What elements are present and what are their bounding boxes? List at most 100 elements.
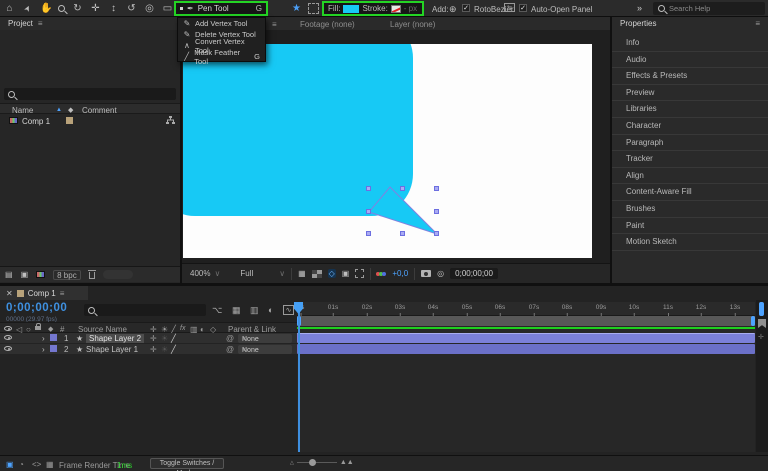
new-composition-icon[interactable] xyxy=(36,271,45,278)
mask-visibility-icon[interactable] xyxy=(328,269,336,278)
region-of-interest-icon[interactable] xyxy=(342,269,350,278)
panel-item-tracker[interactable]: Tracker xyxy=(612,151,768,168)
overflow-chevrons-icon[interactable]: » xyxy=(637,3,642,13)
composition-canvas[interactable] xyxy=(183,44,592,258)
selection-handle[interactable] xyxy=(366,186,371,191)
menu-item-add-vertex[interactable]: Add Vertex Tool xyxy=(178,18,265,29)
dolly-tool-icon[interactable] xyxy=(108,3,119,14)
eye-icon[interactable] xyxy=(4,335,12,340)
angle-brackets-icon[interactable]: <> xyxy=(32,460,41,469)
zoom-slider-knob[interactable] xyxy=(309,459,316,466)
stroke-width-value[interactable]: - px xyxy=(404,4,417,13)
label-column-icon[interactable] xyxy=(68,106,73,114)
quality-icon[interactable] xyxy=(171,345,176,354)
name-column[interactable]: Name xyxy=(12,106,33,115)
delete-icon[interactable] xyxy=(89,272,95,279)
exposure-value[interactable]: +0,0 xyxy=(392,269,408,278)
selection-handle[interactable] xyxy=(434,186,439,191)
layer-bar-shape-layer-2[interactable] xyxy=(297,333,755,343)
viewer-timecode[interactable]: 0;00;00;00 xyxy=(450,268,498,279)
panel-item-content-aware-fill[interactable]: Content-Aware Fill xyxy=(612,184,768,201)
frame-blending-icon[interactable] xyxy=(250,305,259,316)
collapse-icon[interactable] xyxy=(161,334,168,343)
layer-row-shape-layer-2[interactable]: 1 Shape Layer 2 None ∨ xyxy=(0,333,297,343)
video-column-icon[interactable] xyxy=(4,326,12,331)
work-area-bar[interactable] xyxy=(297,316,755,326)
panel-item-audio[interactable]: Audio xyxy=(612,52,768,69)
fill-color-swatch[interactable] xyxy=(343,5,359,13)
bubble-tail-shape[interactable] xyxy=(183,44,592,258)
capture-icon[interactable] xyxy=(46,460,54,469)
layer-name[interactable]: Shape Layer 2 xyxy=(86,334,144,343)
panel-menu-icon[interactable]: ≡ xyxy=(272,20,277,29)
zoom-slider-track[interactable] xyxy=(297,462,337,463)
auto-open-panel-checkbox[interactable]: ✓ xyxy=(519,4,527,12)
label-column-icon[interactable] xyxy=(48,325,53,333)
layer-row-shape-layer-1[interactable]: 2 Shape Layer 1 None ∨ xyxy=(0,344,297,354)
layer-name[interactable]: Shape Layer 1 xyxy=(86,345,138,354)
graph-editor-icon[interactable]: ∿ xyxy=(283,305,294,315)
tab-footage[interactable]: Footage (none) xyxy=(300,20,355,29)
collapse-icon[interactable] xyxy=(161,345,168,354)
motion-blur-icon[interactable] xyxy=(268,305,273,315)
parent-dropdown[interactable]: None ∨ xyxy=(238,345,292,354)
sort-ascending-icon[interactable]: ▲ xyxy=(56,107,62,113)
panel-item-info[interactable]: Info xyxy=(612,35,768,52)
selection-handle[interactable] xyxy=(400,186,405,191)
selection-handle[interactable] xyxy=(400,231,405,236)
transform-icon[interactable] xyxy=(150,345,157,354)
project-panel-header[interactable]: Project ≡ xyxy=(0,17,180,30)
parent-dropdown[interactable]: None ∨ xyxy=(238,334,292,343)
resolution-select[interactable]: Full ∨ xyxy=(240,269,285,278)
layer-bar-shape-layer-1[interactable] xyxy=(297,344,755,354)
project-bit-depth[interactable]: 8 bpc xyxy=(53,270,81,280)
properties-header[interactable]: Properties ≡ xyxy=(612,17,768,30)
grid-guides-icon[interactable] xyxy=(298,269,306,278)
panel-item-align[interactable]: Align xyxy=(612,168,768,185)
new-folder-icon[interactable] xyxy=(21,270,29,279)
comment-column[interactable]: Comment xyxy=(82,106,117,115)
add-property-icon[interactable] xyxy=(449,4,457,15)
timeline-tab[interactable]: Comp 1 ≡ xyxy=(0,286,88,300)
transparency-grid-icon[interactable] xyxy=(312,270,322,278)
render-status-icon[interactable] xyxy=(19,460,24,469)
draft-3d-icon[interactable] xyxy=(232,305,241,316)
star-tool-icon[interactable] xyxy=(292,3,301,14)
quality-icon[interactable] xyxy=(171,334,176,343)
rotobezier-checkbox[interactable]: ✓ xyxy=(462,4,470,12)
zoom-out-mountain-icon[interactable]: △ xyxy=(290,460,294,466)
search-help-input[interactable] xyxy=(669,4,749,13)
close-icon[interactable] xyxy=(6,289,13,298)
project-item-row[interactable]: Comp 1 xyxy=(0,115,180,127)
project-menu-icon[interactable]: ≡ xyxy=(38,19,43,28)
crop-icon[interactable] xyxy=(355,269,364,278)
timeline-search-box[interactable] xyxy=(84,304,206,316)
data-flow-icon[interactable] xyxy=(6,460,14,469)
transform-icon[interactable] xyxy=(150,334,157,343)
mini-flowchart-icon[interactable] xyxy=(212,305,222,316)
home-icon[interactable] xyxy=(4,3,15,14)
show-snapshot-icon[interactable] xyxy=(437,269,444,278)
vertical-scrollbar[interactable] xyxy=(759,302,764,316)
project-search-box[interactable] xyxy=(4,88,176,100)
pen-tool-selector[interactable]: Pen Tool G xyxy=(174,1,268,16)
channel-settings-icon[interactable] xyxy=(377,272,386,276)
marker-options-icon[interactable] xyxy=(758,333,764,341)
camera-tool-icon[interactable] xyxy=(144,3,155,14)
hand-tool-icon[interactable] xyxy=(40,3,51,14)
eye-icon[interactable] xyxy=(4,346,12,351)
pick-whip-icon[interactable] xyxy=(226,334,234,343)
expander-icon[interactable] xyxy=(42,345,45,354)
tab-layer[interactable]: Layer (none) xyxy=(390,20,435,29)
panel-item-libraries[interactable]: Libraries xyxy=(612,101,768,118)
flowchart-icon[interactable] xyxy=(166,116,175,125)
time-ruler[interactable]: 0s 01s 02s 03s 04s 05s 06s 07s 08s 09s 1… xyxy=(297,302,755,316)
expander-icon[interactable] xyxy=(42,334,45,343)
playhead-line[interactable] xyxy=(298,302,300,452)
layer-color-swatch[interactable] xyxy=(50,334,57,341)
properties-menu-icon[interactable]: ≡ xyxy=(755,19,760,28)
label-color-swatch[interactable] xyxy=(66,117,73,124)
interpret-footage-icon[interactable] xyxy=(5,270,13,279)
search-help-box[interactable] xyxy=(653,2,765,15)
toggle-switches-modes-button[interactable]: Toggle Switches / Modes xyxy=(150,458,224,469)
